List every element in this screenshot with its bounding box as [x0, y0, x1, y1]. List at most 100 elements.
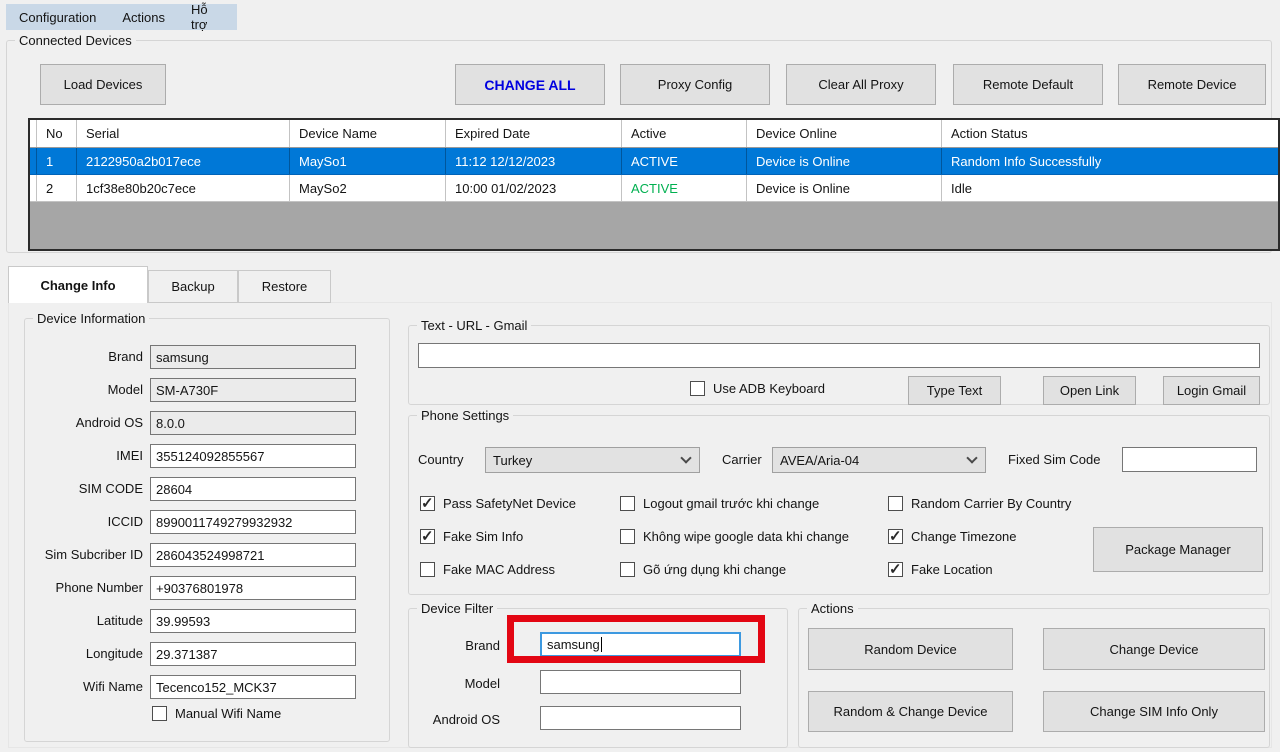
phone-settings-group-label: Phone Settings [417, 408, 513, 423]
use-adb-keyboard-row: Use ADB Keyboard [690, 381, 825, 396]
chevron-down-icon [966, 452, 977, 463]
logout-gmail-checkbox[interactable] [620, 496, 635, 511]
fake-mac-address-row: Fake MAC Address [420, 562, 555, 577]
filter-model-input[interactable] [540, 670, 741, 694]
tab-backup[interactable]: Backup [148, 270, 238, 303]
table-row-1-selected[interactable]: 1 2122950a2b017ece MaySo1 11:12 12/12/20… [30, 148, 1278, 175]
col-header-action-status[interactable]: Action Status [942, 120, 1278, 147]
actions-group-label: Actions [807, 601, 858, 616]
menu-ho-tro[interactable]: Hỗ trợ [178, 4, 237, 30]
android-os-field[interactable]: 8.0.0 [150, 411, 356, 435]
filter-android-os-input[interactable] [540, 706, 741, 730]
filter-brand-input[interactable]: samsung [540, 632, 741, 657]
col-header-no[interactable]: No [37, 120, 77, 147]
cell-no: 1 [37, 148, 77, 174]
wifi-name-value: Tecenco152_MCK37 [156, 680, 277, 695]
pass-safetynet-label: Pass SafetyNet Device [443, 496, 576, 511]
row-header-spacer [30, 175, 37, 201]
tab-restore[interactable]: Restore [238, 270, 331, 303]
cell-action-status: Random Info Successfully [942, 148, 1278, 174]
use-adb-keyboard-checkbox[interactable] [690, 381, 705, 396]
phone-number-field[interactable]: +90376801978 [150, 576, 356, 600]
khong-wipe-google-label: Không wipe google data khi change [643, 529, 849, 544]
col-header-serial[interactable]: Serial [77, 120, 290, 147]
brand-field[interactable]: samsung [150, 345, 356, 369]
fixed-sim-code-input[interactable] [1122, 447, 1257, 472]
change-device-button[interactable]: Change Device [1043, 628, 1265, 670]
cell-expired-date: 10:00 01/02/2023 [446, 175, 622, 201]
table-row-2[interactable]: 2 1cf38e80b20c7ece MaySo2 10:00 01/02/20… [30, 175, 1278, 202]
remote-default-button[interactable]: Remote Default [953, 64, 1103, 105]
model-field[interactable]: SM-A730F [150, 378, 356, 402]
fake-sim-info-checkbox[interactable] [420, 529, 435, 544]
col-header-device-name[interactable]: Device Name [290, 120, 446, 147]
imei-label: IMEI [24, 448, 143, 463]
sim-code-field[interactable]: 28604 [150, 477, 356, 501]
country-selected-value: Turkey [493, 453, 532, 468]
menu-configuration[interactable]: Configuration [6, 4, 109, 30]
cell-device-name: MaySo2 [290, 175, 446, 201]
load-devices-button[interactable]: Load Devices [40, 64, 166, 105]
logout-gmail-row: Logout gmail trước khi change [620, 496, 819, 511]
iccid-value: 8990011749279932932 [156, 515, 292, 530]
manual-wifi-name-checkbox[interactable] [152, 706, 167, 721]
sim-code-label: SIM CODE [24, 481, 143, 496]
filter-model-label: Model [408, 676, 500, 691]
table-empty-area [30, 202, 1278, 249]
change-timezone-label: Change Timezone [911, 529, 1017, 544]
random-device-button[interactable]: Random Device [808, 628, 1013, 670]
sim-subcriber-id-field[interactable]: 286043524998721 [150, 543, 356, 567]
text-url-gmail-input[interactable] [418, 343, 1260, 368]
cell-no: 2 [37, 175, 77, 201]
change-all-button[interactable]: CHANGE ALL [455, 64, 605, 105]
change-timezone-checkbox[interactable] [888, 529, 903, 544]
table-header-row: No Serial Device Name Expired Date Activ… [30, 120, 1278, 148]
wifi-name-field[interactable]: Tecenco152_MCK37 [150, 675, 356, 699]
connected-devices-group-label: Connected Devices [15, 33, 136, 48]
longitude-field[interactable]: 29.371387 [150, 642, 356, 666]
filter-android-os-label: Android OS [408, 712, 500, 727]
col-header-active[interactable]: Active [622, 120, 747, 147]
random-carrier-label: Random Carrier By Country [911, 496, 1071, 511]
filter-brand-value: samsung [547, 637, 600, 652]
random-and-change-device-button[interactable]: Random & Change Device [808, 691, 1013, 732]
cell-expired-date: 11:12 12/12/2023 [446, 148, 622, 174]
col-header-device-online[interactable]: Device Online [747, 120, 942, 147]
text-cursor [601, 637, 602, 652]
change-sim-info-only-button[interactable]: Change SIM Info Only [1043, 691, 1265, 732]
row-header-spacer [30, 120, 37, 147]
latitude-label: Latitude [24, 613, 143, 628]
fake-mac-address-checkbox[interactable] [420, 562, 435, 577]
clear-all-proxy-button[interactable]: Clear All Proxy [786, 64, 936, 105]
menu-actions[interactable]: Actions [109, 4, 178, 30]
col-header-expired-date[interactable]: Expired Date [446, 120, 622, 147]
khong-wipe-google-checkbox[interactable] [620, 529, 635, 544]
tab-change-info[interactable]: Change Info [8, 266, 148, 303]
row-header-spacer [30, 148, 37, 174]
iccid-field[interactable]: 8990011749279932932 [150, 510, 356, 534]
imei-field[interactable]: 355124092855567 [150, 444, 356, 468]
fake-location-label: Fake Location [911, 562, 993, 577]
carrier-selected-value: AVEA/Aria-04 [780, 453, 859, 468]
carrier-select[interactable]: AVEA/Aria-04 [772, 447, 986, 473]
country-select[interactable]: Turkey [485, 447, 700, 473]
login-gmail-button[interactable]: Login Gmail [1163, 376, 1260, 405]
phone-number-value: +90376801978 [156, 581, 243, 596]
pass-safetynet-checkbox[interactable] [420, 496, 435, 511]
proxy-config-button[interactable]: Proxy Config [620, 64, 770, 105]
fake-mac-address-label: Fake MAC Address [443, 562, 555, 577]
remote-device-button[interactable]: Remote Device [1118, 64, 1266, 105]
type-text-button[interactable]: Type Text [908, 376, 1001, 405]
device-filter-group-label: Device Filter [417, 601, 497, 616]
fake-location-checkbox[interactable] [888, 562, 903, 577]
random-carrier-checkbox[interactable] [888, 496, 903, 511]
longitude-label: Longitude [24, 646, 143, 661]
latitude-field[interactable]: 39.99593 [150, 609, 356, 633]
open-link-button[interactable]: Open Link [1043, 376, 1136, 405]
carrier-label: Carrier [722, 452, 766, 467]
phone-number-label: Phone Number [24, 580, 143, 595]
chevron-down-icon [680, 452, 691, 463]
cell-active-status: ACTIVE [622, 148, 747, 174]
package-manager-button[interactable]: Package Manager [1093, 527, 1263, 572]
go-ung-dung-checkbox[interactable] [620, 562, 635, 577]
